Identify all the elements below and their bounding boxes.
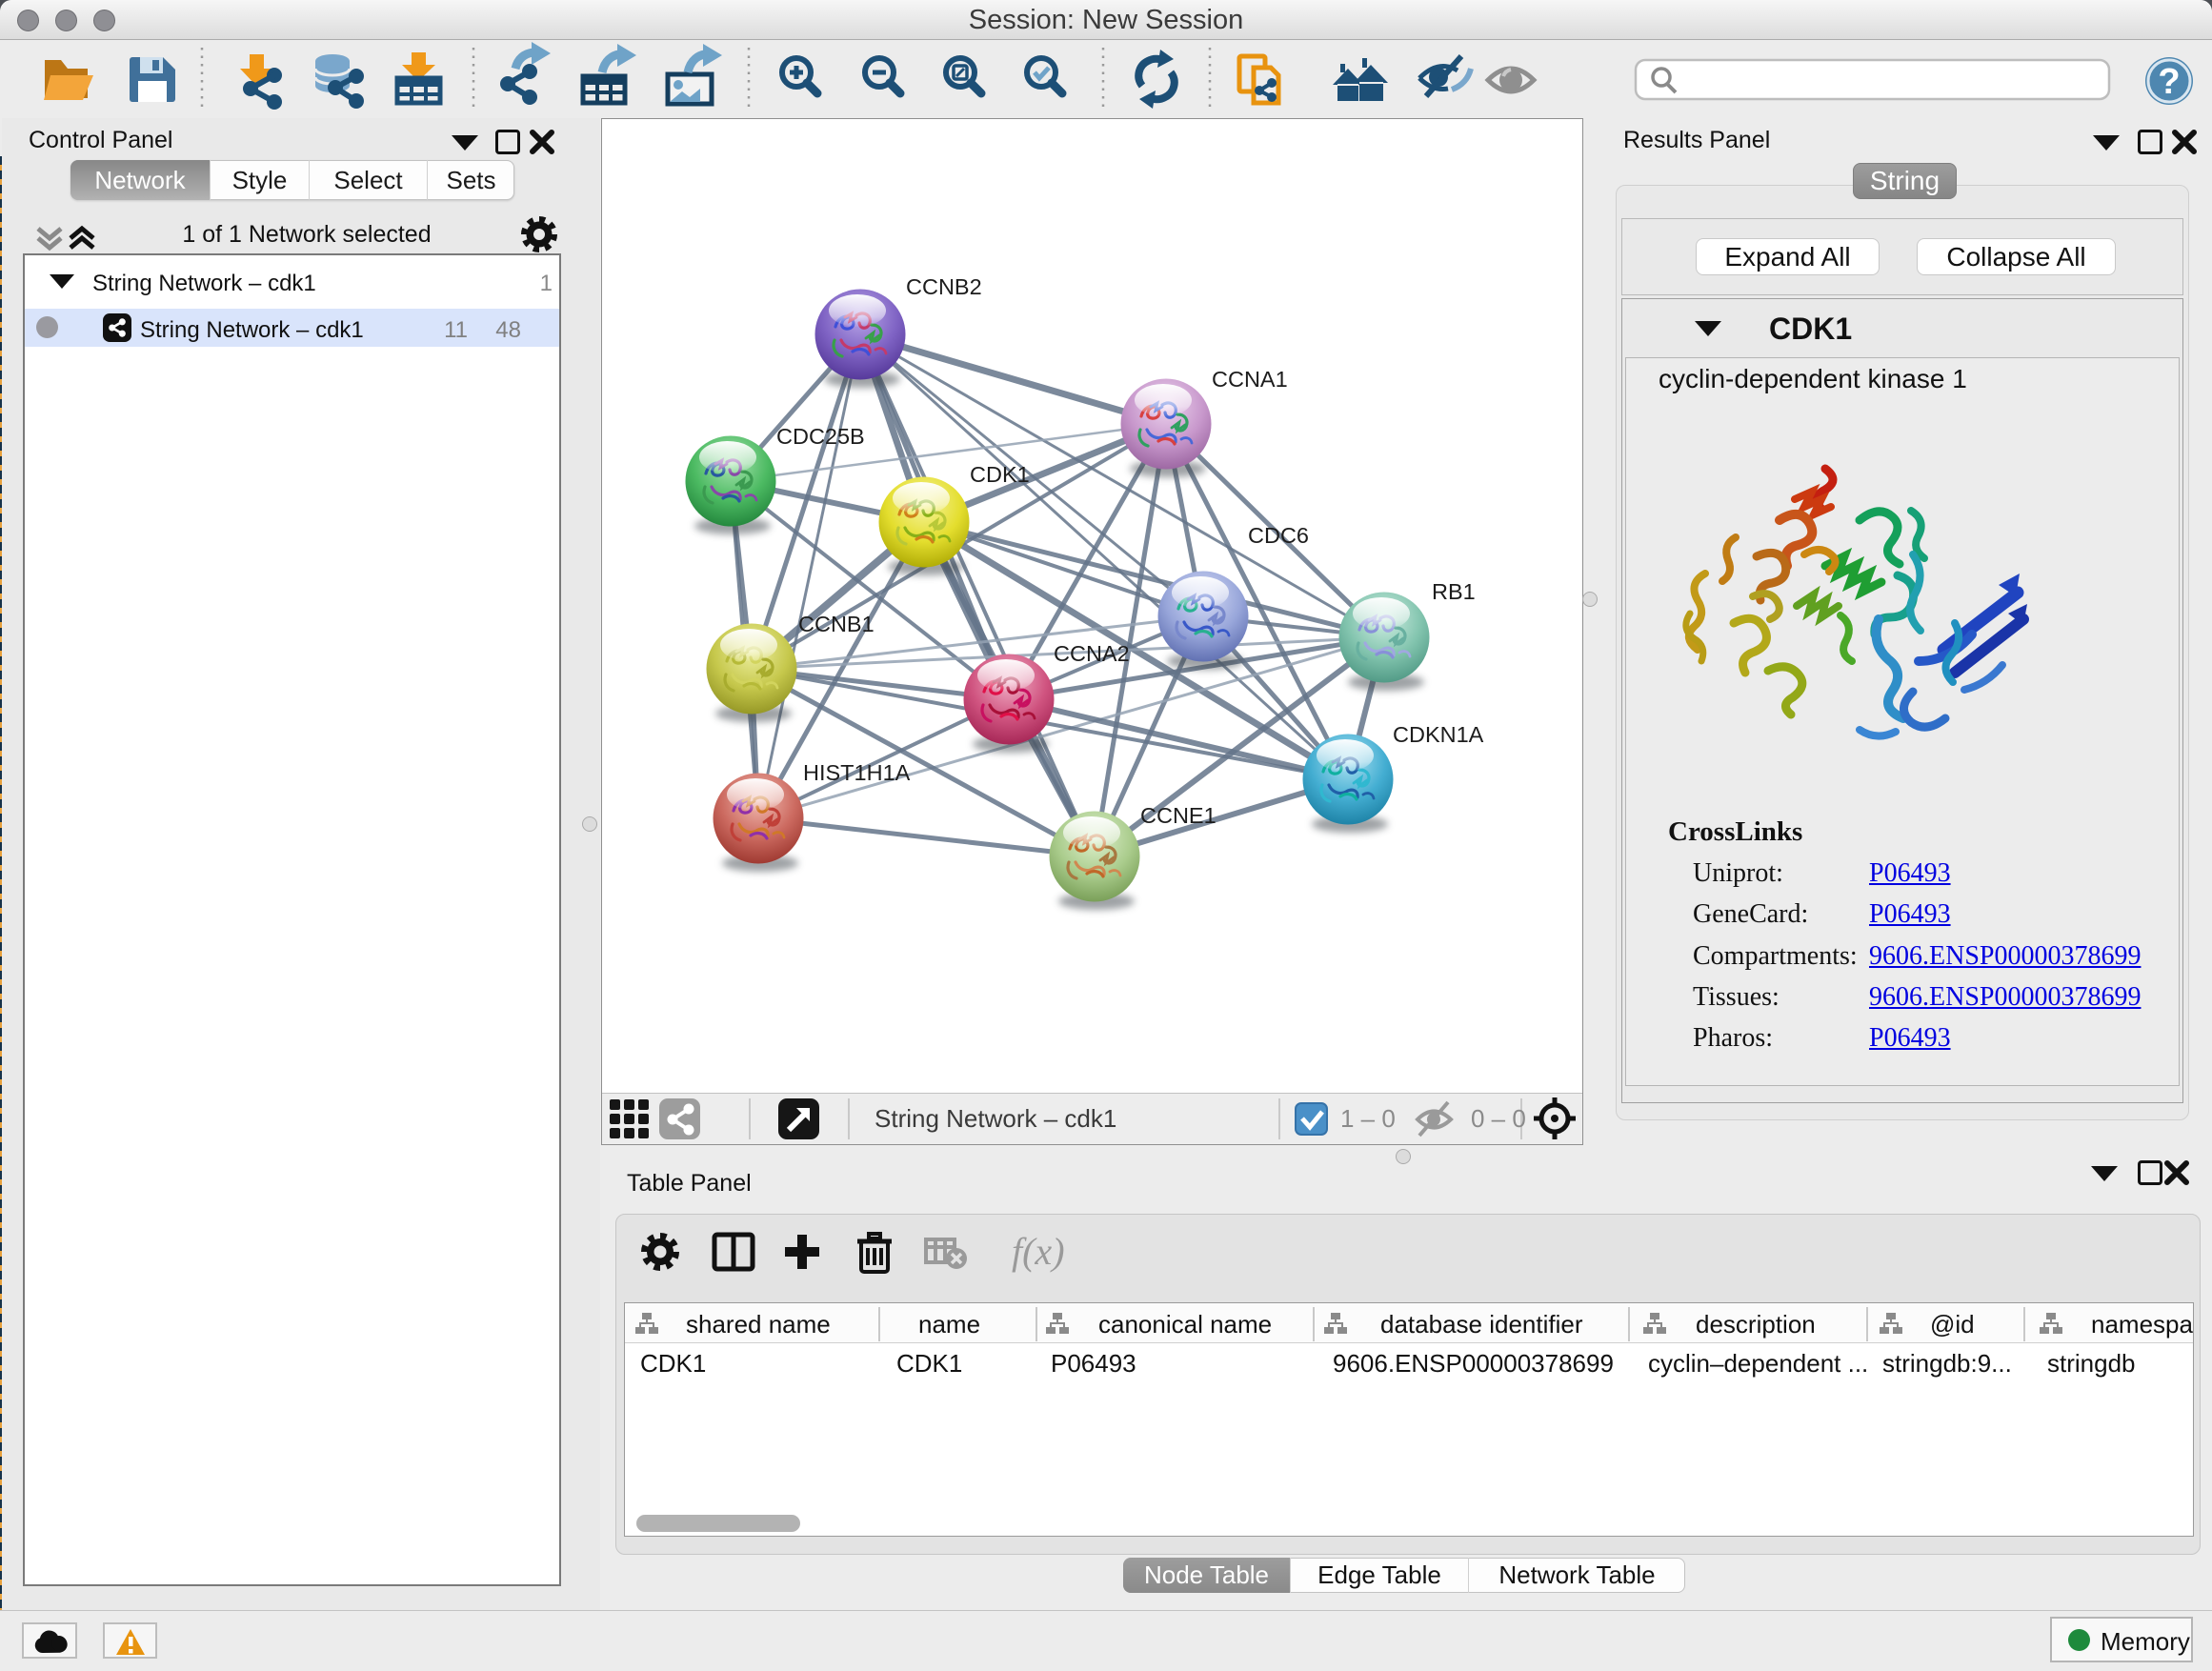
svg-text:CCNA2: CCNA2 <box>1054 641 1130 666</box>
svg-text:CCNE1: CCNE1 <box>1140 803 1217 828</box>
svg-text:CDC25B: CDC25B <box>776 424 865 449</box>
svg-text:CDKN1A: CDKN1A <box>1393 722 1484 747</box>
svg-text:CCNA1: CCNA1 <box>1212 367 1288 392</box>
svg-text:CDK1: CDK1 <box>970 462 1030 487</box>
svg-text:CCNB2: CCNB2 <box>906 274 982 299</box>
svg-text:f(x): f(x) <box>1012 1230 1065 1273</box>
svg-text:RB1: RB1 <box>1432 579 1476 604</box>
svg-text:?: ? <box>2158 62 2180 102</box>
svg-text:CDC6: CDC6 <box>1248 523 1309 548</box>
svg-text:CCNB1: CCNB1 <box>798 612 875 636</box>
svg-text:HIST1H1A: HIST1H1A <box>803 760 911 785</box>
